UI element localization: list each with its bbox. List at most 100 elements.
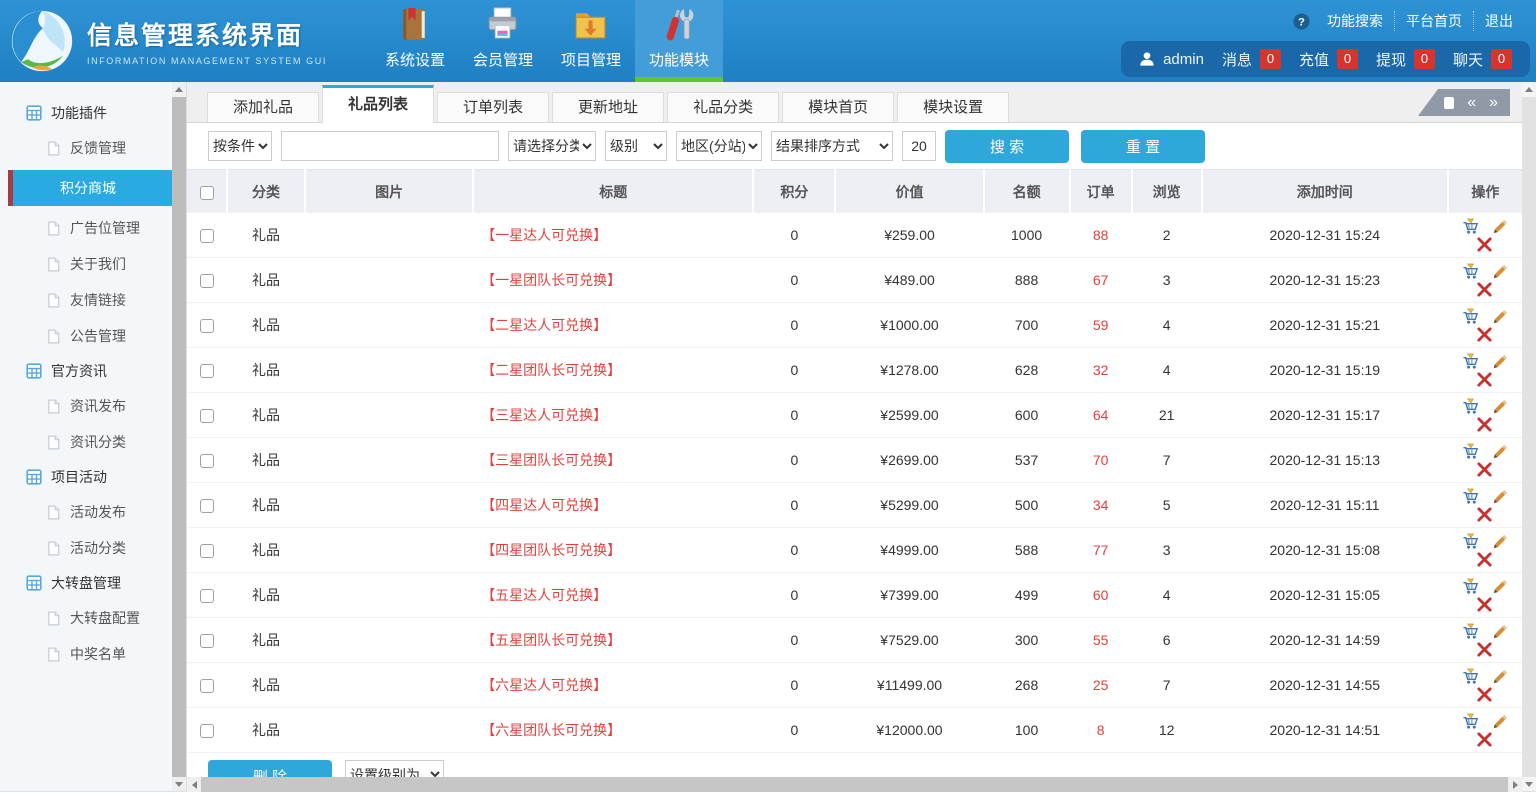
cart-icon[interactable] [1462,578,1479,595]
user-stat[interactable]: 消息 0 [1222,49,1281,70]
row-checkbox[interactable] [200,409,214,423]
cart-icon[interactable] [1462,218,1479,235]
edit-icon[interactable] [1491,533,1508,550]
cart-icon[interactable] [1462,443,1479,460]
delete-icon[interactable] [1476,326,1493,343]
scroll-tabs-left-icon[interactable]: « [1467,95,1476,111]
delete-icon[interactable] [1476,416,1493,433]
edit-icon[interactable] [1491,668,1508,685]
tab[interactable]: 订单列表 [437,92,549,122]
sidebar-group-header[interactable]: 功能插件 [0,96,172,130]
scroll-up-arrow[interactable] [1522,82,1536,97]
sidebar-item[interactable]: 反馈管理 [0,130,172,166]
title-link[interactable]: 【一星团队长可兑换】 [473,258,753,303]
cart-icon[interactable] [1462,668,1479,685]
scrollbar-thumb[interactable] [1522,97,1536,777]
tab[interactable]: 更新地址 [552,92,664,122]
row-checkbox[interactable] [200,319,214,333]
row-checkbox[interactable] [200,679,214,693]
edit-icon[interactable] [1491,713,1508,730]
delete-icon[interactable] [1476,641,1493,658]
title-link[interactable]: 【二星团队长可兑换】 [473,348,753,393]
sidebar-item[interactable]: 广告位管理 [0,210,172,246]
sidebar-item[interactable]: 关于我们 [0,246,172,282]
cart-icon[interactable] [1462,353,1479,370]
scroll-right-arrow[interactable] [1508,777,1522,792]
scroll-left-arrow[interactable] [187,777,201,792]
row-checkbox[interactable] [200,274,214,288]
nav-item[interactable]: 会员管理 [459,0,547,82]
row-checkbox[interactable] [200,544,214,558]
tab[interactable]: 模块首页 [782,92,894,122]
filter-region-select[interactable]: 地区(分站) [676,131,762,161]
scrollbar-thumb[interactable] [172,97,186,777]
scroll-down-arrow[interactable] [172,777,186,792]
row-checkbox[interactable] [200,454,214,468]
user-stat[interactable]: 聊天 0 [1453,49,1512,70]
scrollbar-thumb[interactable] [201,777,1508,792]
sidebar-item[interactable]: 积分商城 [8,170,172,206]
sidebar-item[interactable]: 大转盘配置 [0,600,172,636]
edit-icon[interactable] [1491,623,1508,640]
filter-sort-select[interactable]: 结果排序方式 [771,131,893,161]
nav-item[interactable]: 功能模块 [635,0,723,82]
delete-icon[interactable] [1476,371,1493,388]
tab[interactable]: 模块设置 [897,92,1009,122]
user-stat[interactable]: 提现 0 [1376,49,1435,70]
title-link[interactable]: 【五星团队长可兑换】 [473,618,753,663]
nav-item[interactable]: 项目管理 [547,0,635,82]
title-link[interactable]: 【三星达人可兑换】 [473,393,753,438]
cart-icon[interactable] [1462,263,1479,280]
cart-icon[interactable] [1462,488,1479,505]
delete-icon[interactable] [1476,461,1493,478]
sidebar-item[interactable]: 资讯分类 [0,424,172,460]
delete-icon[interactable] [1476,551,1493,568]
nav-item[interactable]: 系统设置 [371,0,459,82]
delete-icon[interactable] [1476,506,1493,523]
sidebar-item[interactable]: 友情链接 [0,282,172,318]
row-checkbox[interactable] [200,589,214,603]
tab[interactable]: 礼品分类 [667,92,779,122]
cart-icon[interactable] [1462,623,1479,640]
delete-icon[interactable] [1476,686,1493,703]
title-link[interactable]: 【四星达人可兑换】 [473,483,753,528]
cart-icon[interactable] [1462,308,1479,325]
edit-icon[interactable] [1491,218,1508,235]
row-checkbox[interactable] [200,634,214,648]
cart-icon[interactable] [1462,533,1479,550]
user-stat[interactable]: 充值 0 [1299,49,1358,70]
edit-icon[interactable] [1491,263,1508,280]
edit-icon[interactable] [1491,308,1508,325]
row-checkbox[interactable] [200,499,214,513]
panel-icon[interactable] [1444,97,1454,109]
edit-icon[interactable] [1491,398,1508,415]
title-link[interactable]: 【一星达人可兑换】 [473,213,753,258]
scroll-up-arrow[interactable] [172,82,186,97]
filter-level-select[interactable]: 级别 [605,131,667,161]
sidebar-item[interactable]: 中奖名单 [0,636,172,672]
sidebar-item[interactable]: 公告管理 [0,318,172,354]
reset-button[interactable]: 重 置 [1081,130,1205,163]
row-checkbox[interactable] [200,724,214,738]
sidebar-item[interactable]: 资讯发布 [0,388,172,424]
filter-condition-select[interactable]: 按条件 [208,131,272,161]
edit-icon[interactable] [1491,488,1508,505]
sidebar-item[interactable]: 活动发布 [0,494,172,530]
edit-icon[interactable] [1491,578,1508,595]
delete-icon[interactable] [1476,236,1493,253]
title-link[interactable]: 【二星达人可兑换】 [473,303,753,348]
edit-icon[interactable] [1491,443,1508,460]
cart-icon[interactable] [1462,713,1479,730]
header-link[interactable]: 退出 [1473,11,1524,31]
header-link[interactable]: 功能搜索 [1316,11,1394,31]
title-link[interactable]: 【三星团队长可兑换】 [473,438,753,483]
sidebar-group-header[interactable]: 官方资讯 [0,354,172,388]
delete-icon[interactable] [1476,731,1493,748]
sidebar-item[interactable]: 活动分类 [0,530,172,566]
sidebar-group-header[interactable]: 大转盘管理 [0,566,172,600]
search-button[interactable]: 搜 索 [945,130,1069,163]
filter-category-select[interactable]: 请选择分类 [508,131,596,161]
scroll-down-arrow[interactable] [1522,777,1536,792]
title-link[interactable]: 【六星达人可兑换】 [473,663,753,708]
page-size-input[interactable] [902,131,936,161]
